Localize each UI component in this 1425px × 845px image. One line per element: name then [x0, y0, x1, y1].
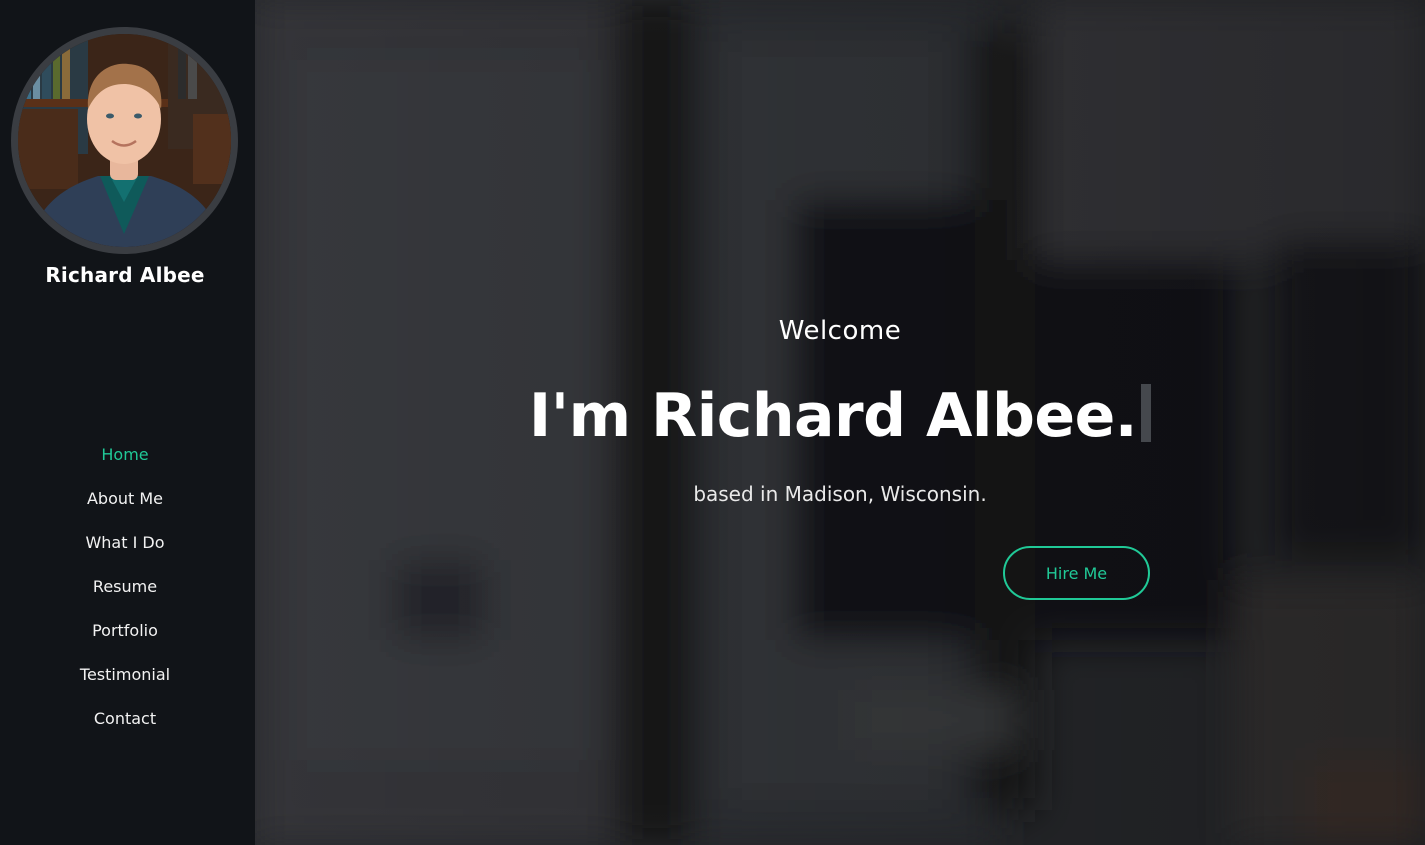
nav-item-testimonial[interactable]: Testimonial — [0, 660, 250, 704]
profile-photo — [11, 27, 238, 254]
hire-me-button[interactable]: Hire Me — [1003, 546, 1150, 600]
nav-item-what-i-do[interactable]: What I Do — [0, 528, 250, 572]
owner-name: Richard Albee — [45, 263, 205, 287]
main-nav: Home About Me What I Do Resume Portfolio… — [0, 440, 250, 748]
nav-item-home[interactable]: Home — [0, 440, 250, 484]
nav-item-resume[interactable]: Resume — [0, 572, 250, 616]
hero-background-image — [255, 0, 1425, 845]
nav-item-portfolio[interactable]: Portfolio — [0, 616, 250, 660]
nav-item-about-me[interactable]: About Me — [0, 484, 250, 528]
profile-photo-image — [18, 34, 231, 247]
hero-section — [255, 0, 1425, 845]
sidebar: Richard Albee Home About Me What I Do Re… — [0, 0, 255, 845]
nav-item-contact[interactable]: Contact — [0, 704, 250, 748]
